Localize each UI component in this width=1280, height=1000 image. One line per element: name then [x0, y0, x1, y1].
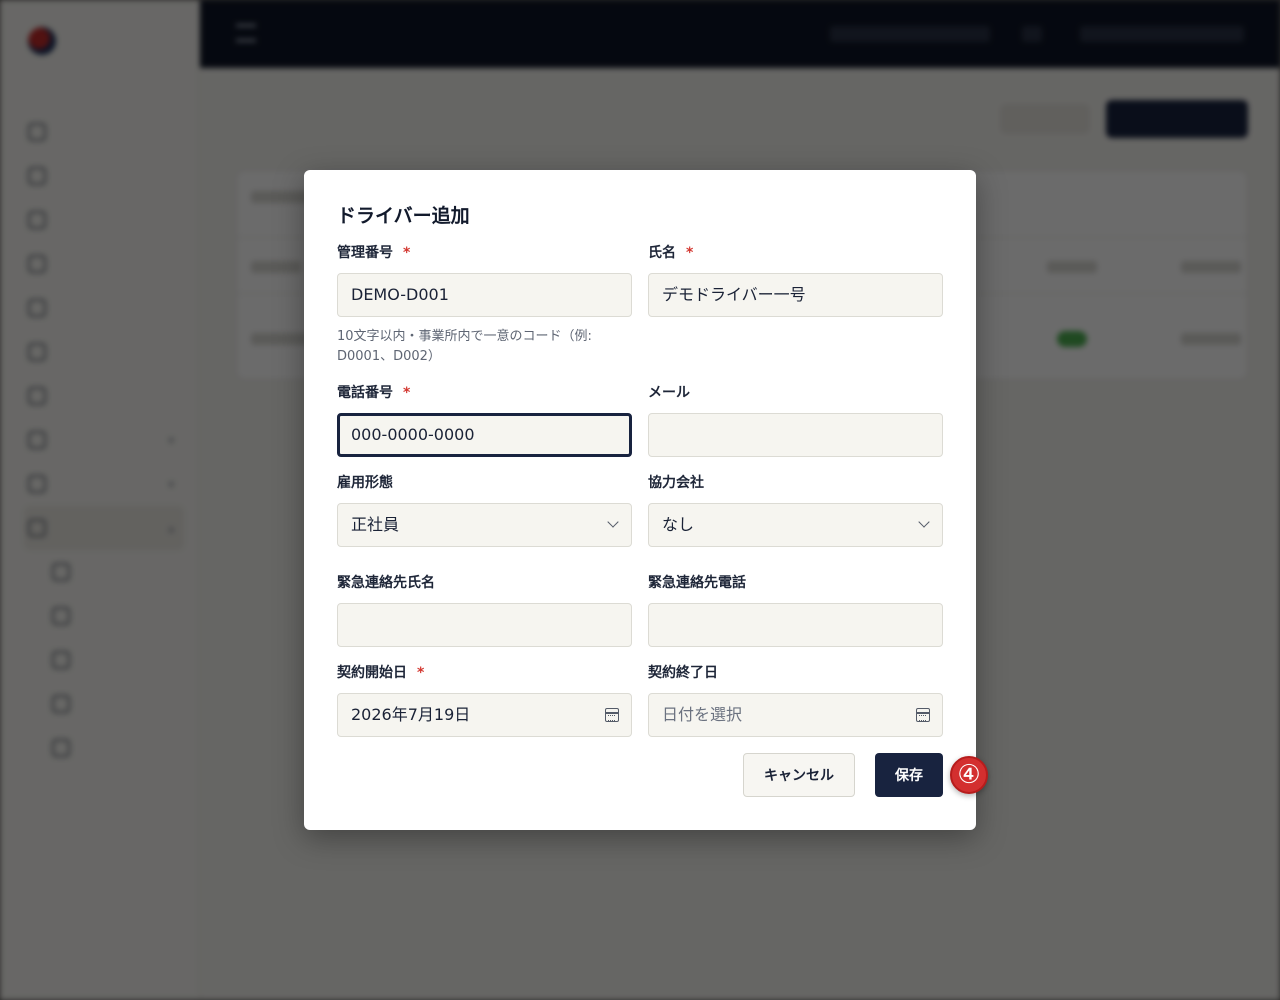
- emergency-contact-phone-field: 緊急連絡先電話: [648, 573, 943, 647]
- management-number-field: 管理番号 * DEMO-D001 10文字以内・事業所内で一意のコード（例: D…: [337, 243, 632, 367]
- emergency-contact-phone-input[interactable]: [648, 603, 943, 647]
- date-value: 2026年7月19日: [351, 705, 471, 724]
- emergency-contact-phone-label: 緊急連絡先電話: [648, 573, 943, 593]
- required-mark: *: [686, 245, 694, 261]
- phone-field: 電話番号 * 000-0000-0000: [337, 383, 632, 457]
- add-driver-dialog: ドライバー追加 管理番号 * DEMO-D001 10文字以内・事業所内で一意の…: [304, 170, 976, 830]
- name-input[interactable]: デモドライバー一号: [648, 273, 943, 317]
- field-label-text: 電話番号: [337, 385, 393, 401]
- field-label-text: 緊急連絡先電話: [648, 575, 746, 591]
- management-number-label: 管理番号 *: [337, 243, 632, 263]
- calendar-icon[interactable]: [605, 708, 619, 722]
- select-value: なし: [662, 515, 695, 534]
- field-label-text: メール: [648, 385, 690, 401]
- required-mark: *: [403, 245, 411, 261]
- cancel-button[interactable]: キャンセル: [743, 753, 855, 797]
- name-field: 氏名 * デモドライバー一号: [648, 243, 943, 317]
- required-mark: *: [403, 385, 411, 401]
- date-placeholder: 日付を選択: [662, 705, 743, 724]
- contract-end-label: 契約終了日: [648, 663, 943, 683]
- email-field: メール: [648, 383, 943, 457]
- dialog-title: ドライバー追加: [337, 205, 470, 227]
- management-number-help: 10文字以内・事業所内で一意のコード（例: D0001、D002）: [337, 329, 592, 364]
- partner-company-label: 協力会社: [648, 473, 943, 493]
- email-input[interactable]: [648, 413, 943, 457]
- field-label-text: 契約終了日: [648, 665, 718, 681]
- contract-start-field: 契約開始日 * 2026年7月19日: [337, 663, 632, 737]
- partner-company-field: 協力会社 なし: [648, 473, 943, 547]
- employment-type-select[interactable]: 正社員: [337, 503, 632, 547]
- select-value: 正社員: [351, 515, 400, 534]
- field-label-text: 雇用形態: [337, 475, 393, 491]
- name-label: 氏名 *: [648, 243, 943, 263]
- employment-type-field: 雇用形態 正社員: [337, 473, 632, 547]
- phone-label: 電話番号 *: [337, 383, 632, 403]
- field-label-text: 氏名: [648, 245, 676, 261]
- contract-start-label: 契約開始日 *: [337, 663, 632, 683]
- chevron-down-icon: [918, 516, 930, 528]
- field-label-text: 契約開始日: [337, 665, 407, 681]
- contract-end-date-input[interactable]: 日付を選択: [648, 693, 943, 737]
- employment-type-label: 雇用形態: [337, 473, 632, 493]
- management-number-input[interactable]: DEMO-D001: [337, 273, 632, 317]
- emergency-contact-name-label: 緊急連絡先氏名: [337, 573, 632, 593]
- chevron-down-icon: [607, 516, 619, 528]
- emergency-contact-name-input[interactable]: [337, 603, 632, 647]
- save-button[interactable]: 保存: [875, 753, 943, 797]
- partner-company-select[interactable]: なし: [648, 503, 943, 547]
- calendar-icon[interactable]: [916, 708, 930, 722]
- contract-end-field: 契約終了日 日付を選択: [648, 663, 943, 737]
- contract-start-date-input[interactable]: 2026年7月19日: [337, 693, 632, 737]
- field-label-text: 管理番号: [337, 245, 393, 261]
- email-label: メール: [648, 383, 943, 403]
- required-mark: *: [417, 665, 425, 681]
- phone-input[interactable]: 000-0000-0000: [337, 413, 632, 457]
- step-marker-badge: ④: [950, 756, 988, 794]
- emergency-contact-name-field: 緊急連絡先氏名: [337, 573, 632, 647]
- field-label-text: 協力会社: [648, 475, 704, 491]
- field-label-text: 緊急連絡先氏名: [337, 575, 435, 591]
